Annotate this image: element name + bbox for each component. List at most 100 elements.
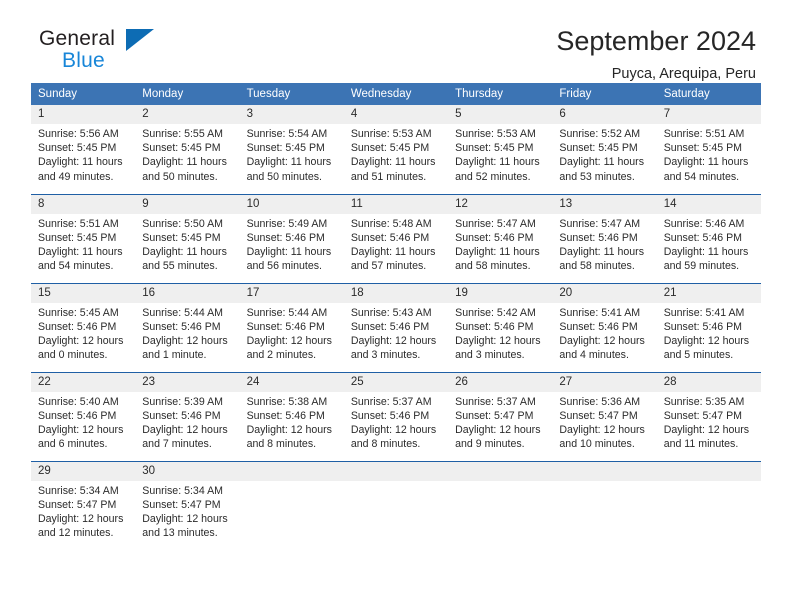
day-info: Sunrise: 5:52 AM Sunset: 5:45 PM Daylight:… — [552, 124, 656, 184]
daylight-text-line2: and 58 minutes. — [559, 260, 635, 273]
day-cell[interactable]: 13 Sunrise: 5:47 AM Sunset: 5:46 PM Dayligh… — [552, 193, 657, 283]
daylight-text-line2: and 4 minutes. — [559, 349, 629, 362]
day-info: Sunrise: 5:54 AM Sunset: 5:45 PM Daylight:… — [240, 124, 344, 184]
daylight-text-line1: Daylight: 12 hours — [350, 423, 437, 436]
day-cell[interactable]: 27 Sunrise: 5:36 AM Sunset: 5:47 PM Dayligh… — [552, 371, 657, 461]
day-number: 3 — [239, 105, 344, 124]
day-cell-empty — [239, 460, 344, 550]
day-cell[interactable]: 22 Sunrise: 5:40 AM Sunset: 5:46 PM Dayligh… — [31, 371, 136, 461]
day-cell[interactable]: 3 Sunrise: 5:54 AM Sunset: 5:45 PM Daylight… — [239, 105, 344, 194]
day-cell[interactable]: 4 Sunrise: 5:53 AM Sunset: 5:45 PM Daylight… — [343, 105, 449, 194]
sunset-text: Sunset: 5:47 PM — [142, 498, 221, 511]
sunset-text: Sunset: 5:46 PM — [350, 409, 430, 422]
weekday-header-wednesday: Wednesday — [343, 83, 449, 105]
day-number: 20 — [552, 283, 657, 303]
day-cell[interactable]: 16 Sunrise: 5:44 AM Sunset: 5:46 PM Dayligh… — [135, 282, 240, 372]
sunset-text: Sunset: 5:45 PM — [142, 142, 221, 155]
daylight-text-line1: Daylight: 12 hours — [142, 334, 228, 347]
daylight-text-line1: Daylight: 12 hours — [559, 423, 645, 436]
day-info: Sunrise: 5:41 AM Sunset: 5:46 PM Daylight:… — [552, 303, 656, 363]
day-cell[interactable]: 6 Sunrise: 5:52 AM Sunset: 5:45 PM Daylight… — [552, 105, 657, 194]
day-cell[interactable]: 2 Sunrise: 5:55 AM Sunset: 5:45 PM Daylight… — [135, 105, 240, 194]
day-number: 4 — [343, 105, 449, 124]
week-row: 22 Sunrise: 5:40 AM Sunset: 5:46 PM Dayligh… — [31, 371, 761, 461]
day-cell[interactable]: 28 Sunrise: 5:35 AM Sunset: 5:47 PM Dayligh… — [656, 371, 761, 461]
day-cell-empty — [552, 460, 657, 550]
day-cell[interactable]: 30 Sunrise: 5:34 AM Sunset: 5:47 PM Dayligh… — [135, 460, 240, 550]
daylight-text-line1: Daylight: 12 hours — [246, 423, 332, 436]
daylight-text-line1: Daylight: 12 hours — [142, 423, 228, 436]
sunrise-text: Sunrise: 5:53 AM — [350, 128, 432, 140]
day-number: 5 — [448, 105, 553, 124]
location-subtitle: Puyca, Arequipa, Peru — [611, 65, 756, 82]
triangle-icon — [126, 29, 154, 51]
sunrise-text: Sunrise: 5:44 AM — [246, 306, 328, 319]
daylight-text-line2: and 50 minutes. — [142, 170, 218, 183]
day-info: Sunrise: 5:34 AM Sunset: 5:47 PM Daylight:… — [135, 481, 239, 541]
day-cell[interactable]: 21 Sunrise: 5:41 AM Sunset: 5:46 PM Dayligh… — [656, 282, 761, 372]
day-cell[interactable]: 10 Sunrise: 5:49 AM Sunset: 5:46 PM Dayligh… — [239, 193, 344, 283]
daylight-text-line1: Daylight: 11 hours — [142, 156, 227, 169]
day-number: 30 — [135, 461, 240, 481]
day-number: 26 — [448, 372, 553, 392]
sunset-text: Sunset: 5:46 PM — [350, 320, 430, 333]
sunset-text: Sunset: 5:47 PM — [663, 409, 743, 422]
day-number: 18 — [343, 283, 449, 303]
day-info: Sunrise: 5:44 AM Sunset: 5:46 PM Daylight:… — [135, 303, 239, 363]
sunset-text: Sunset: 5:45 PM — [350, 142, 430, 155]
sunset-text: Sunset: 5:46 PM — [38, 320, 117, 333]
sunrise-text: Sunrise: 5:43 AM — [350, 306, 432, 319]
day-info: Sunrise: 5:43 AM Sunset: 5:46 PM Daylight:… — [344, 303, 448, 363]
day-cell[interactable]: 12 Sunrise: 5:47 AM Sunset: 5:46 PM Dayligh… — [448, 193, 553, 283]
day-cell[interactable]: 26 Sunrise: 5:37 AM Sunset: 5:47 PM Dayligh… — [448, 371, 553, 461]
sunrise-text: Sunrise: 5:50 AM — [142, 217, 223, 230]
page-header: General Blue September 2024 Puyca, Arequ… — [0, 0, 792, 81]
day-cell[interactable]: 24 Sunrise: 5:38 AM Sunset: 5:46 PM Dayligh… — [239, 371, 344, 461]
day-cell[interactable]: 14 Sunrise: 5:46 AM Sunset: 5:46 PM Dayligh… — [656, 193, 761, 283]
weekday-header-friday: Friday — [552, 83, 657, 105]
day-info: Sunrise: 5:41 AM Sunset: 5:46 PM Daylight:… — [657, 303, 761, 363]
day-cell[interactable]: 15 Sunrise: 5:45 AM Sunset: 5:46 PM Dayligh… — [31, 282, 136, 372]
day-cell[interactable]: 19 Sunrise: 5:42 AM Sunset: 5:46 PM Dayligh… — [448, 282, 553, 372]
daylight-text-line2: and 57 minutes. — [350, 260, 427, 273]
daylight-text-line2: and 52 minutes. — [455, 170, 531, 183]
day-cell[interactable]: 29 Sunrise: 5:34 AM Sunset: 5:47 PM Dayligh… — [31, 460, 136, 550]
sunset-text: Sunset: 5:47 PM — [559, 409, 638, 422]
day-cell[interactable]: 5 Sunrise: 5:53 AM Sunset: 5:45 PM Daylight… — [448, 105, 553, 194]
day-cell[interactable]: 23 Sunrise: 5:39 AM Sunset: 5:46 PM Dayligh… — [135, 371, 240, 461]
calendar-wrapper: Sunday Monday Tuesday Wednesday Thursday… — [0, 83, 792, 550]
day-info: Sunrise: 5:53 AM Sunset: 5:45 PM Daylight:… — [448, 124, 552, 184]
day-cell[interactable]: 9 Sunrise: 5:50 AM Sunset: 5:45 PM Daylight… — [135, 193, 240, 283]
daylight-text-line2: and 58 minutes. — [455, 260, 531, 273]
day-cell[interactable]: 8 Sunrise: 5:51 AM Sunset: 5:45 PM Daylight… — [31, 193, 136, 283]
daylight-text-line1: Daylight: 12 hours — [350, 334, 437, 347]
week-row: 29 Sunrise: 5:34 AM Sunset: 5:47 PM Dayligh… — [31, 460, 761, 550]
day-cell-empty — [343, 460, 449, 550]
sunrise-text: Sunrise: 5:47 AM — [559, 217, 641, 230]
daylight-text-line2: and 7 minutes. — [142, 438, 212, 451]
day-cell[interactable]: 1 Sunrise: 5:56 AM Sunset: 5:45 PM Daylight… — [31, 105, 136, 194]
sunset-text: Sunset: 5:45 PM — [38, 142, 117, 155]
day-number: 16 — [135, 283, 240, 303]
daylight-text-line2: and 2 minutes. — [246, 349, 317, 362]
day-number: 17 — [239, 283, 344, 303]
daylight-text-line2: and 53 minutes. — [559, 170, 635, 183]
sunrise-text: Sunrise: 5:34 AM — [142, 484, 223, 497]
daylight-text-line1: Daylight: 12 hours — [455, 334, 541, 347]
day-cell[interactable]: 11 Sunrise: 5:48 AM Sunset: 5:46 PM Dayligh… — [343, 193, 449, 283]
day-cell[interactable]: 25 Sunrise: 5:37 AM Sunset: 5:46 PM Dayligh… — [343, 371, 449, 461]
daylight-text-line2: and 0 minutes. — [38, 349, 108, 362]
week-row: 1 Sunrise: 5:56 AM Sunset: 5:45 PM Daylight… — [31, 105, 761, 194]
day-cell[interactable]: 18 Sunrise: 5:43 AM Sunset: 5:46 PM Dayligh… — [343, 282, 449, 372]
day-number: 21 — [656, 283, 761, 303]
day-cell[interactable]: 17 Sunrise: 5:44 AM Sunset: 5:46 PM Dayligh… — [239, 282, 344, 372]
logo-general-blue[interactable]: General Blue — [31, 26, 171, 74]
day-number: 22 — [31, 372, 136, 392]
daylight-text-line1: Daylight: 11 hours — [559, 156, 645, 169]
day-cell[interactable]: 7 Sunrise: 5:51 AM Sunset: 5:45 PM Daylight… — [656, 105, 761, 194]
day-cell[interactable]: 20 Sunrise: 5:41 AM Sunset: 5:46 PM Dayligh… — [552, 282, 657, 372]
sunrise-text: Sunrise: 5:56 AM — [38, 128, 119, 140]
daylight-text-line1: Daylight: 12 hours — [246, 334, 332, 347]
logo-text-general: General — [39, 27, 116, 50]
title-block: September 2024 Puyca, Arequipa, Peru — [556, 26, 756, 82]
